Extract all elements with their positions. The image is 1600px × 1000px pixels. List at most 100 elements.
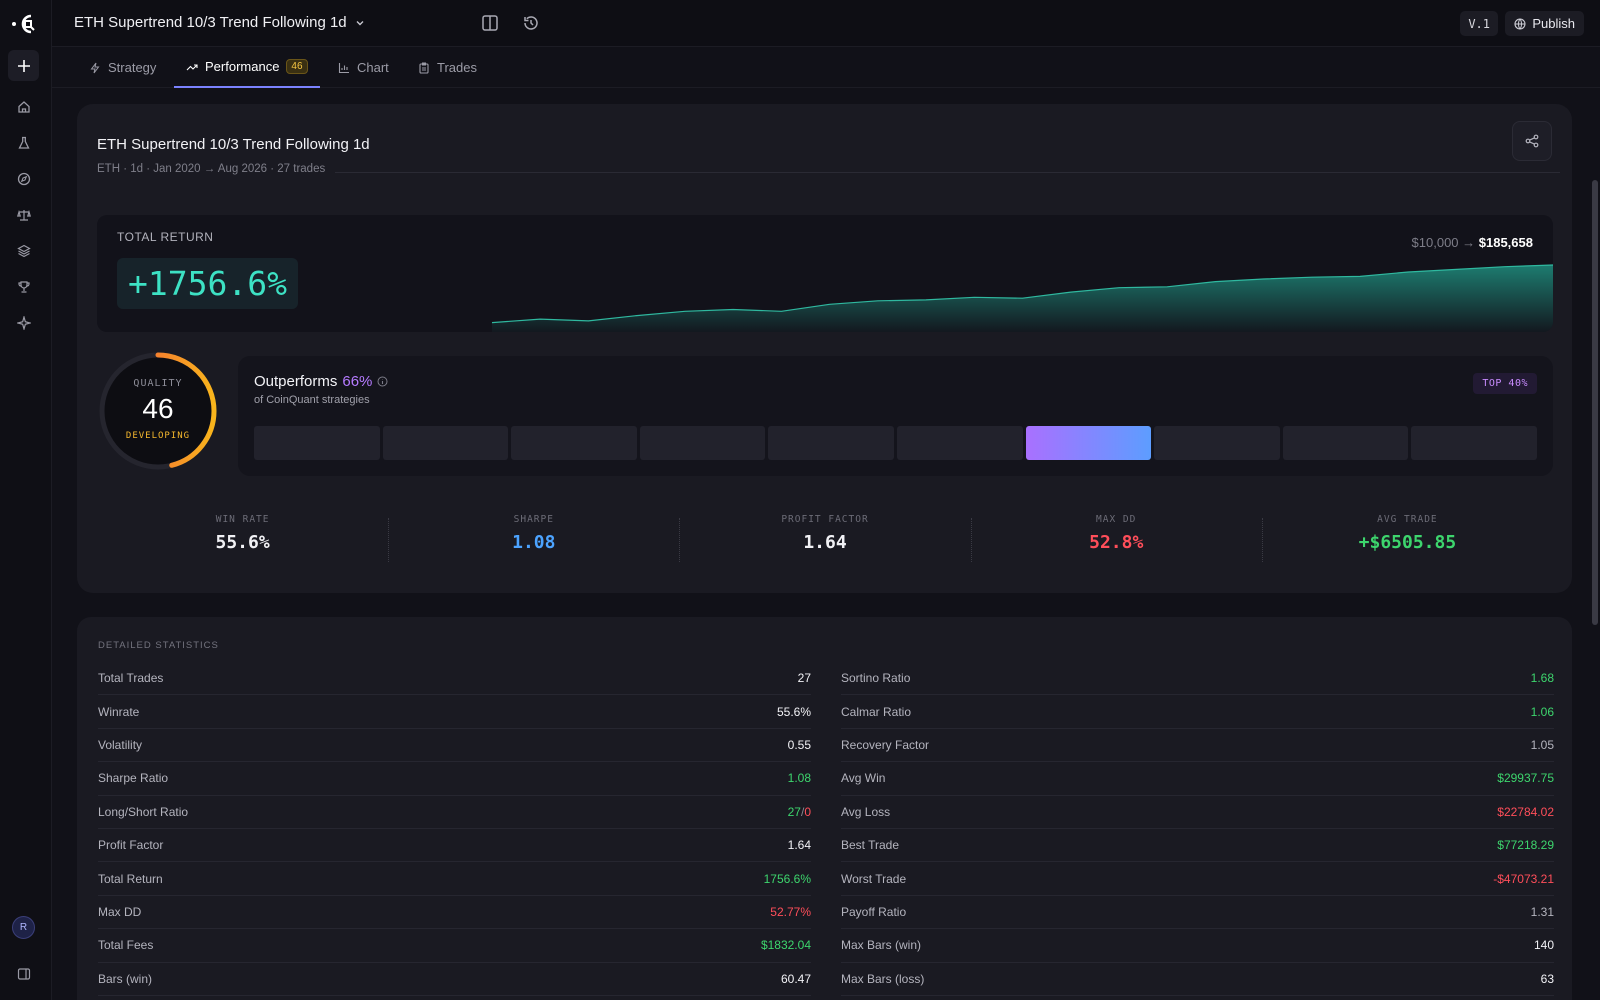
stat-value: $22784.02	[1497, 804, 1554, 819]
trending-up-icon	[186, 63, 198, 70]
tab-chart[interactable]: Chart	[326, 47, 401, 88]
metric-label: MAX DD	[1096, 514, 1137, 525]
top-bar: ETH Supertrend 10/3 Trend Following 1d V…	[52, 0, 1600, 47]
bar-chart-icon	[338, 62, 349, 73]
stat-value: 52.77%	[770, 904, 811, 919]
metric-avg-trade: AVG TRADE +$6505.85	[1261, 514, 1553, 562]
stat-value: $29937.75	[1497, 771, 1554, 786]
stat-value: 55.6%	[776, 704, 811, 719]
nav-home[interactable]	[8, 91, 39, 122]
stat-row: Best Trade $77218.29	[841, 829, 1554, 863]
percentile-bucket	[896, 426, 1023, 460]
strategy-selector[interactable]: ETH Supertrend 10/3 Trend Following 1d	[74, 14, 365, 31]
left-rail: R	[0, 0, 52, 1000]
scrollbar[interactable]	[1590, 88, 1600, 1000]
outperform-panel: Outperforms 66% of CoinQuant strategies …	[238, 356, 1553, 476]
stat-label: Winrate	[98, 704, 140, 719]
percentile-bucket	[1025, 426, 1152, 460]
stat-row: Sortino Ratio 1.68	[841, 662, 1554, 696]
stat-label: Best Trade	[841, 838, 900, 853]
tab-bar: Strategy Performance 46 Chart Trades	[52, 47, 1600, 88]
nav-ai[interactable]	[8, 307, 39, 338]
chevron-down-icon	[356, 20, 364, 25]
divider	[335, 172, 1560, 173]
stat-label: Recovery Factor	[841, 737, 930, 752]
stat-value: 63	[1540, 971, 1554, 986]
key-metrics: WIN RATE 55.6% SHARPE 1.08 PROFIT FACTOR 1.64…	[97, 514, 1553, 562]
scrollbar-thumb[interactable]	[1592, 180, 1598, 625]
toggle-sidebar-button[interactable]	[8, 958, 39, 989]
stat-label: Max DD	[98, 904, 142, 919]
metric-profit-factor: PROFIT FACTOR 1.64	[679, 514, 970, 562]
stat-value: $77218.29	[1497, 838, 1554, 853]
tab-label: Chart	[357, 60, 389, 75]
publish-button[interactable]: Publish	[1505, 11, 1584, 36]
nav-lab[interactable]	[8, 127, 39, 158]
share-icon	[1525, 134, 1539, 148]
history-icon[interactable]	[522, 14, 540, 32]
percentile-bucket	[254, 426, 380, 460]
nav-layers[interactable]	[8, 235, 39, 266]
stat-value: 1.08	[787, 771, 811, 786]
stat-row: Calmar Ratio 1.06	[841, 695, 1554, 729]
stat-label: Sortino Ratio	[841, 671, 911, 686]
total-return-panel: TOTAL RETURN +1756.6% $10,000 → $185,658	[97, 215, 1553, 332]
stat-label: Total Trades	[98, 671, 164, 686]
tab-trades[interactable]: Trades	[406, 47, 489, 88]
nav-compare[interactable]	[8, 199, 39, 230]
stat-value: 1756.6%	[763, 871, 811, 886]
version-badge[interactable]: V.1	[1460, 11, 1498, 36]
nav-leaderboard[interactable]	[8, 271, 39, 302]
stat-value: 1.64	[787, 838, 811, 853]
equity-curve	[491, 264, 1553, 332]
new-strategy-button[interactable]	[8, 50, 39, 81]
stats-column-left: Total Trades 27 Winrate 55.6% Volatility 0.55…	[98, 662, 811, 996]
total-return-label: TOTAL RETURN	[117, 230, 214, 244]
capital-end: $185,658	[1478, 235, 1533, 250]
stat-label: Profit Factor	[98, 838, 164, 853]
metric-value: +$6505.85	[1358, 532, 1457, 553]
stat-value: 60.47	[780, 971, 811, 986]
publish-label: Publish	[1532, 16, 1575, 31]
metric-max-dd: MAX DD 52.8%	[970, 514, 1262, 562]
strategy-title: ETH Supertrend 10/3 Trend Following 1d	[74, 14, 347, 31]
stat-row: Total Return 1756.6%	[98, 862, 811, 896]
percentile-bucket	[639, 426, 766, 460]
metric-sharpe: SHARPE 1.08	[388, 514, 679, 562]
scale-icon	[16, 209, 31, 221]
metric-value: 1.64	[803, 532, 847, 553]
metric-value: 1.08	[512, 532, 556, 553]
stat-value: 27/0	[788, 805, 811, 819]
layers-icon	[16, 244, 31, 257]
stat-value: $1832.04	[760, 938, 811, 953]
stat-value: 1.05	[1530, 737, 1554, 752]
quality-gauge: QUALITY 46 DEVELOPING	[97, 350, 219, 472]
stat-label: Bars (win)	[98, 971, 153, 986]
outperform-label: Outperforms	[254, 373, 338, 390]
stat-row: Recovery Factor 1.05	[841, 729, 1554, 763]
long-count: 27	[787, 804, 801, 819]
detailed-statistics-card: DETAILED STATISTICS Total Trades 27 Winrat…	[77, 617, 1572, 1000]
info-icon[interactable]	[377, 376, 388, 387]
avatar[interactable]: R	[12, 916, 35, 939]
plus-icon	[17, 59, 30, 72]
share-button[interactable]	[1512, 121, 1552, 161]
nav-explore[interactable]	[8, 163, 39, 194]
rank-badge: TOP 40%	[1473, 373, 1537, 394]
percentile-bucket	[1154, 426, 1280, 460]
stat-value: 1.31	[1530, 904, 1554, 919]
app-logo-icon[interactable]	[11, 12, 39, 36]
stat-value: 27	[797, 671, 811, 686]
split-view-icon[interactable]	[481, 14, 499, 32]
stat-value: -$47073.21	[1493, 871, 1554, 886]
stat-label: Worst Trade	[841, 871, 907, 886]
clipboard-icon	[419, 62, 429, 74]
stat-row: Payoff Ratio 1.31	[841, 896, 1554, 930]
stat-label: Total Fees	[98, 938, 154, 953]
stat-label: Max Bars (loss)	[841, 971, 925, 986]
tab-strategy[interactable]: Strategy	[77, 47, 168, 88]
stat-label: Sharpe Ratio	[98, 771, 169, 786]
stat-label: Calmar Ratio	[841, 704, 912, 719]
capital-start: $10,000 →	[1411, 235, 1476, 250]
tab-performance[interactable]: Performance 46	[174, 47, 320, 88]
